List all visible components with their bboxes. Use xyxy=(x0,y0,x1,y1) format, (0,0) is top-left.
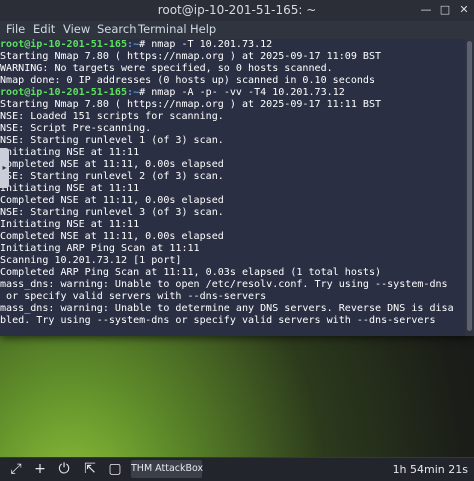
terminal-line: Initiating NSE at 11:11 xyxy=(0,219,139,231)
share-icon[interactable]: ⇱ xyxy=(82,461,98,477)
line-text: bled. Try using --system-dns or specify … xyxy=(0,315,436,326)
terminal-line: Nmap done: 0 IP addresses (0 hosts up) s… xyxy=(0,75,375,87)
line-text: Completed NSE at 11:11, 0.00s elapsed xyxy=(0,159,224,170)
menu-file[interactable]: File xyxy=(6,22,25,36)
side-panel-toggle[interactable]: ▸ xyxy=(0,148,9,188)
line-text: Completed NSE at 11:11, 0.00s elapsed xyxy=(0,195,224,206)
task-thm-attackbox[interactable]: THM AttackBox xyxy=(131,460,203,478)
terminal-line: root@ip-10-201-51-165:~# nmap -A -p- -vv… xyxy=(0,87,345,99)
line-text: Initiating NSE at 11:11 xyxy=(0,183,140,194)
line-text: mass_dns: warning: Unable to open /etc/r… xyxy=(0,279,448,290)
scrollbar[interactable] xyxy=(465,39,474,336)
prompt-path: :~ xyxy=(127,87,140,98)
stop-icon[interactable]: ▢ xyxy=(107,461,123,477)
line-text: NSE: Starting runlevel 2 (of 3) scan. xyxy=(0,171,224,182)
window-title: root@ip-10-201-51-165: ~ xyxy=(157,3,317,17)
line-text: Initiating ARP Ping Scan at 11:11 xyxy=(0,243,200,254)
menu-terminal[interactable]: Terminal xyxy=(138,22,187,36)
terminal-line: Initiating NSE at 11:11 xyxy=(0,183,139,195)
terminal-line: Starting Nmap 7.80 ( https://nmap.org ) … xyxy=(0,99,381,111)
taskbar: ⤢ + ⏻ ⇱ ▢ THM AttackBox 1h 54min 21s xyxy=(0,457,474,481)
power-icon[interactable]: ⏻ xyxy=(56,461,72,477)
line-text: Completed ARP Ping Scan at 11:11, 0.03s … xyxy=(0,267,382,278)
terminal-line: NSE: Loaded 151 scripts for scanning. xyxy=(0,111,224,123)
line-text: NSE: Loaded 151 scripts for scanning. xyxy=(0,111,224,122)
menu-search[interactable]: Search xyxy=(97,22,137,36)
line-text: Scanning 10.201.73.12 [1 port] xyxy=(0,255,182,266)
terminal-line: NSE: Script Pre-scanning. xyxy=(0,123,151,135)
terminal-line: or specify valid servers with --dns-serv… xyxy=(0,291,266,303)
terminal-line: NSE: Starting runlevel 3 (of 3) scan. xyxy=(0,207,224,219)
line-text: Starting Nmap 7.80 ( https://nmap.org ) … xyxy=(0,99,382,110)
scrollbar-thumb[interactable] xyxy=(467,41,472,331)
terminal-line: Initiating NSE at 11:11 xyxy=(0,147,139,159)
resize-arrows-icon[interactable]: ⤢ xyxy=(8,461,24,477)
line-text: NSE: Script Pre-scanning. xyxy=(0,123,152,134)
line-text: Completed NSE at 11:11, 0.00s elapsed xyxy=(0,231,224,242)
line-text: Starting Nmap 7.80 ( https://nmap.org ) … xyxy=(0,51,382,62)
menu-edit[interactable]: Edit xyxy=(33,22,55,36)
terminal-line: bled. Try using --system-dns or specify … xyxy=(0,315,436,327)
plus-icon[interactable]: + xyxy=(32,461,48,477)
maximize-icon[interactable]: □ xyxy=(439,4,451,16)
terminal-line: Scanning 10.201.73.12 [1 port] xyxy=(0,255,181,267)
terminal-line: Starting Nmap 7.80 ( https://nmap.org ) … xyxy=(0,51,381,63)
session-timer: 1h 54min 21s xyxy=(392,463,468,476)
line-text: # nmap -A -p- -vv -T4 10.201.73.12 xyxy=(139,87,345,98)
terminal-line: WARNING: No targets were specified, so 0… xyxy=(0,63,333,75)
line-text: NSE: Starting runlevel 3 (of 3) scan. xyxy=(0,207,224,218)
prompt-user: root@ip-10-201-51-165 xyxy=(0,87,128,98)
terminal-line: Initiating ARP Ping Scan at 11:11 xyxy=(0,243,200,255)
menu-bar: File Edit View Search Terminal Help xyxy=(0,21,474,39)
line-text: mass_dns: warning: Unable to determine a… xyxy=(0,303,454,314)
terminal-line: Completed NSE at 11:11, 0.00s elapsed xyxy=(0,159,224,171)
line-text: or specify valid servers with --dns-serv… xyxy=(0,291,267,302)
line-text: Initiating NSE at 11:11 xyxy=(0,147,140,158)
close-icon[interactable]: ✕ xyxy=(458,4,470,16)
minimize-icon[interactable]: — xyxy=(420,4,432,16)
prompt-user: root@ip-10-201-51-165 xyxy=(0,39,128,50)
terminal-line: NSE: Starting runlevel 2 (of 3) scan. xyxy=(0,171,224,183)
terminal-line: Completed ARP Ping Scan at 11:11, 0.03s … xyxy=(0,267,381,279)
terminal-line: Completed NSE at 11:11, 0.00s elapsed xyxy=(0,231,224,243)
line-text: WARNING: No targets were specified, so 0… xyxy=(0,63,333,74)
terminal-line: Completed NSE at 11:11, 0.00s elapsed xyxy=(0,195,224,207)
terminal-line: root@ip-10-201-51-165:~# nmap -T 10.201.… xyxy=(0,39,272,51)
terminal-line: mass_dns: warning: Unable to determine a… xyxy=(0,303,454,315)
line-text: Nmap done: 0 IP addresses (0 hosts up) s… xyxy=(0,75,376,86)
line-text: Initiating NSE at 11:11 xyxy=(0,219,140,230)
terminal-line: mass_dns: warning: Unable to open /etc/r… xyxy=(0,279,448,291)
line-text: # nmap -T 10.201.73.12 xyxy=(139,39,273,50)
line-text: NSE: Starting runlevel 1 (of 3) scan. xyxy=(0,135,224,146)
terminal-output[interactable]: root@ip-10-201-51-165:~# nmap -T 10.201.… xyxy=(0,39,465,336)
terminal-line: NSE: Starting runlevel 1 (of 3) scan. xyxy=(0,135,224,147)
menu-view[interactable]: View xyxy=(63,22,90,36)
menu-help[interactable]: Help xyxy=(190,22,216,36)
chevron-right-icon: ▸ xyxy=(2,163,7,172)
title-bar[interactable]: root@ip-10-201-51-165: ~ — □ ✕ xyxy=(0,0,474,21)
prompt-path: :~ xyxy=(127,39,140,50)
